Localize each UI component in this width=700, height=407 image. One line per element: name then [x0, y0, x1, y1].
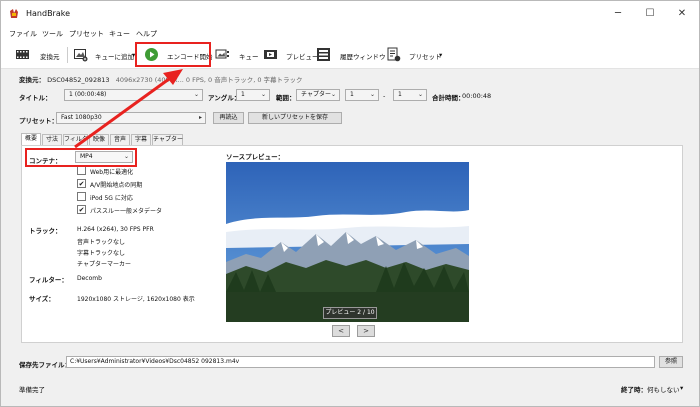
menu-tools[interactable]: ツール	[42, 29, 63, 39]
chevron-down-icon: ⌄	[260, 91, 266, 98]
preset-select-value: Fast 1080p30	[61, 114, 102, 121]
handbrake-app-icon	[10, 9, 18, 18]
tab-dimensions[interactable]: 寸法	[42, 134, 62, 145]
save-new-preset-button[interactable]: 新しいプリセットを保存	[248, 112, 342, 124]
angle-select[interactable]: 1 ⌄	[236, 89, 270, 101]
save-file-label: 保存先ファイル：	[19, 361, 71, 369]
film-source-icon[interactable]	[15, 47, 30, 62]
range-start-value: 1	[350, 91, 354, 98]
preset-label: プリセット：	[19, 117, 58, 125]
status-text: 準備完了	[19, 386, 45, 394]
tracks-label: トラック：	[29, 227, 62, 235]
source-button[interactable]: 変換元	[40, 51, 60, 61]
track-chapters: チャプターマーカー	[77, 261, 131, 268]
preview-prev-button[interactable]: <	[332, 325, 350, 337]
reload-preset-button[interactable]: 再読込	[213, 112, 244, 124]
source-details: 4096x2730 (4096x... 0 FPS, 0 音声トラック, 0 字…	[115, 76, 303, 84]
window-title: HandBrake	[26, 9, 71, 18]
container-highlight-box	[25, 148, 137, 167]
range-type-value: チャプター	[301, 91, 331, 98]
track-subtitles: 字幕トラックなし	[77, 250, 126, 257]
preview-button[interactable]: プレビュー	[286, 51, 319, 61]
title-select-value: 1 (00:00:48)	[69, 91, 107, 98]
ipod-5g-label: iPod 5G に対応	[90, 195, 133, 202]
menu-presets[interactable]: プリセット	[69, 29, 104, 39]
browse-button[interactable]: 参照	[659, 356, 683, 368]
chevron-right-icon: ▸	[198, 114, 202, 121]
save-file-input[interactable]: C:¥Users¥Administrator¥Videos¥Dsc04852 0…	[66, 356, 655, 368]
chevron-down-icon: ⌄	[193, 91, 199, 98]
passthru-metadata-checkbox[interactable]: ✔	[77, 205, 86, 214]
chevron-down-icon: ⌄	[369, 91, 375, 98]
maximize-button[interactable]: ☐	[634, 1, 666, 27]
track-audio: 音声トラックなし	[77, 239, 126, 246]
menu-queue[interactable]: キュー	[109, 29, 130, 39]
source-preview-label: ソースプレビュー：	[226, 153, 285, 161]
filters-value: Decomb	[77, 275, 102, 282]
av-sync-label: A/V開始地点の同期	[90, 182, 143, 189]
range-end-select[interactable]: 1 ⌄	[393, 89, 427, 101]
web-optimize-label: Web用に最適化	[90, 169, 134, 176]
title-bar: HandBrake ─ ☐ ✕	[1, 1, 699, 27]
close-button[interactable]: ✕	[666, 1, 698, 27]
range-end-value: 1	[398, 91, 402, 98]
chevron-down-icon: ⌄	[330, 91, 336, 98]
tab-video[interactable]: 映像	[89, 134, 109, 145]
av-sync-checkbox[interactable]: ✔	[77, 179, 86, 188]
range-label: 範囲：	[276, 94, 296, 102]
preview-image	[226, 162, 469, 322]
toolbar: 変換元 キューに追加 ▾ エンコード開始 キュー プレビュー 履歴ウィンドウ プ…	[1, 41, 699, 69]
tab-chapters[interactable]: チャプター	[152, 134, 183, 145]
preview-film-icon[interactable]	[263, 47, 278, 62]
web-optimize-checkbox[interactable]	[77, 166, 86, 175]
preview-counter-badge: プレビュー 2 / 10	[323, 307, 377, 319]
source-name: DSC04852_092813	[47, 76, 110, 84]
tab-subtitles[interactable]: 字幕	[131, 134, 151, 145]
tab-audio[interactable]: 音声	[110, 134, 130, 145]
when-done-dropdown[interactable]: ▾	[680, 384, 683, 392]
when-done-value[interactable]: 何もしない	[647, 384, 680, 394]
activity-log-icon[interactable]	[316, 47, 331, 62]
filters-label: フィルター：	[29, 276, 68, 284]
range-dash: -	[383, 92, 386, 100]
presets-dropdown[interactable]: ▾	[439, 51, 442, 59]
track-video: H.264 (x264), 30 FPS PFR	[77, 226, 154, 233]
menu-bar: ファイル ツール プリセット キュー ヘルプ	[1, 27, 699, 41]
encode-highlight-box	[135, 42, 211, 67]
size-label: サイズ：	[29, 295, 55, 303]
menu-help[interactable]: ヘルプ	[136, 29, 157, 39]
status-bar: 準備完了 終了時： 何もしない ▾	[1, 381, 699, 406]
chevron-down-icon: ⌄	[417, 91, 423, 98]
queue-button[interactable]: キュー	[239, 51, 259, 61]
minimize-button[interactable]: ─	[602, 1, 634, 27]
title-select[interactable]: 1 (00:00:48) ⌄	[64, 89, 203, 101]
add-to-queue-icon[interactable]	[73, 47, 88, 62]
duration-value: 00:00:48	[462, 92, 492, 100]
range-type-select[interactable]: チャプター ⌄	[296, 89, 340, 101]
duration-label: 合計時間：	[432, 94, 465, 102]
tab-filters[interactable]: フィルタ	[63, 134, 88, 145]
source-info: 変換元： DSC04852_092813 4096x2730 (4096x...…	[19, 74, 303, 84]
range-start-select[interactable]: 1 ⌄	[345, 89, 379, 101]
activity-window-button[interactable]: 履歴ウィンドウ	[340, 51, 386, 61]
angle-select-value: 1	[241, 91, 245, 98]
queue-icon[interactable]	[215, 47, 230, 62]
source-info-label: 変換元：	[19, 76, 45, 84]
passthru-metadata-label: パススルー一般メタデータ	[90, 208, 163, 215]
presets-button[interactable]: プリセット	[409, 51, 442, 61]
ipod-5g-checkbox[interactable]	[77, 192, 86, 201]
when-done-label: 終了時：	[621, 386, 647, 394]
presets-icon[interactable]	[386, 47, 401, 62]
menu-file[interactable]: ファイル	[9, 29, 37, 39]
preview-next-button[interactable]: >	[357, 325, 375, 337]
toolbar-separator	[67, 47, 68, 63]
handbrake-window: HandBrake ─ ☐ ✕ ファイル ツール プリセット キュー ヘルプ 変…	[0, 0, 700, 407]
add-to-queue-button[interactable]: キューに追加	[95, 51, 134, 61]
title-label: タイトル：	[19, 94, 52, 102]
size-value: 1920x1080 ストレージ, 1620x1080 表示	[77, 296, 195, 303]
preset-select[interactable]: Fast 1080p30 ▸	[56, 112, 206, 124]
